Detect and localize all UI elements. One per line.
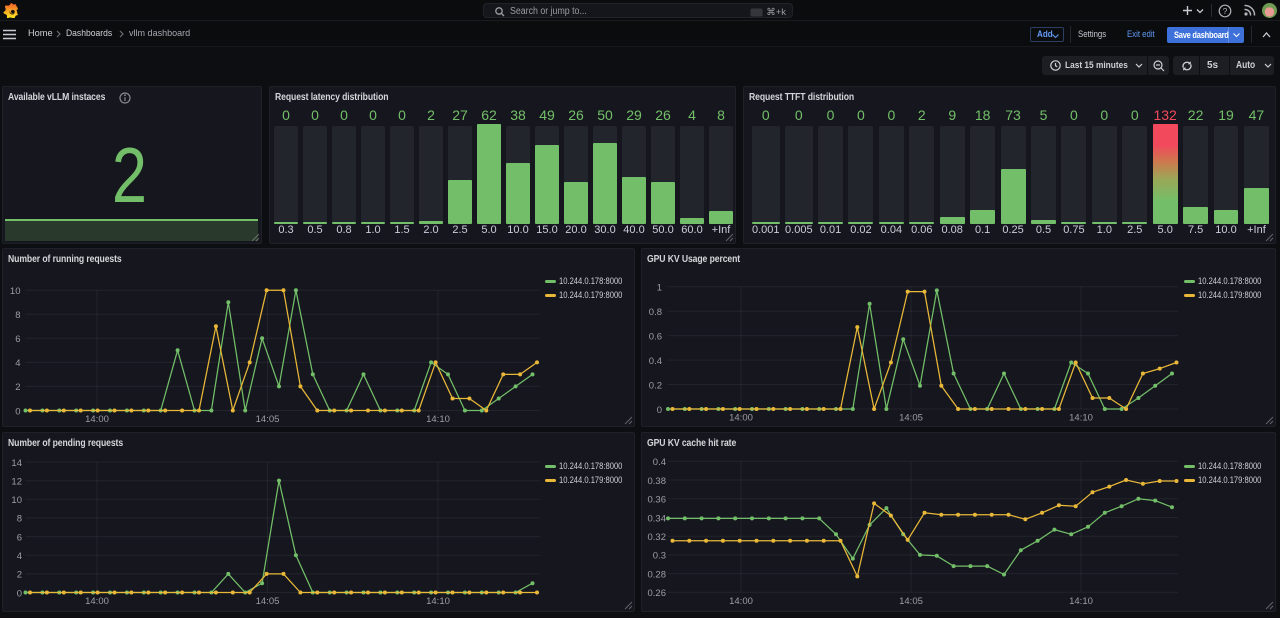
- svg-text:0.34: 0.34: [648, 513, 667, 524]
- svg-text:0.32: 0.32: [648, 532, 667, 543]
- svg-text:0.3: 0.3: [653, 551, 666, 562]
- svg-text:14:05: 14:05: [256, 414, 280, 425]
- svg-text:14:00: 14:00: [85, 414, 109, 425]
- svg-text:2: 2: [15, 382, 20, 393]
- svg-text:0: 0: [15, 406, 20, 417]
- svg-text:4: 4: [17, 551, 22, 562]
- svg-text:6: 6: [17, 532, 22, 543]
- svg-text:14:00: 14:00: [729, 413, 753, 424]
- svg-text:14:00: 14:00: [85, 596, 109, 607]
- svg-text:0.26: 0.26: [648, 588, 667, 599]
- svg-text:0.2: 0.2: [649, 380, 662, 391]
- svg-text:14:05: 14:05: [899, 413, 923, 424]
- svg-text:14:10: 14:10: [1069, 413, 1093, 424]
- svg-text:12: 12: [11, 477, 22, 488]
- svg-text:1: 1: [657, 283, 662, 294]
- svg-text:10: 10: [10, 286, 21, 297]
- svg-text:0.8: 0.8: [649, 307, 662, 318]
- svg-text:14:05: 14:05: [899, 596, 923, 607]
- svg-text:0.28: 0.28: [648, 569, 667, 580]
- svg-text:0.38: 0.38: [648, 476, 667, 487]
- svg-text:0.4: 0.4: [653, 457, 666, 468]
- svg-text:14: 14: [11, 458, 22, 469]
- svg-text:14:00: 14:00: [729, 596, 753, 607]
- svg-text:4: 4: [15, 358, 20, 369]
- svg-text:10: 10: [11, 495, 22, 506]
- svg-text:8: 8: [17, 514, 22, 525]
- svg-text:8: 8: [15, 310, 20, 321]
- svg-text:0.36: 0.36: [648, 495, 667, 506]
- svg-text:14:05: 14:05: [256, 596, 280, 607]
- svg-text:0: 0: [17, 588, 22, 599]
- svg-text:0.4: 0.4: [649, 356, 662, 367]
- svg-text:0.6: 0.6: [649, 331, 662, 342]
- svg-text:2: 2: [17, 570, 22, 581]
- svg-text:0: 0: [657, 405, 662, 416]
- svg-text:14:10: 14:10: [426, 414, 450, 425]
- svg-text:6: 6: [15, 334, 20, 345]
- svg-text:14:10: 14:10: [1069, 596, 1093, 607]
- svg-text:?: ?: [1223, 6, 1228, 16]
- svg-text:14:10: 14:10: [426, 596, 450, 607]
